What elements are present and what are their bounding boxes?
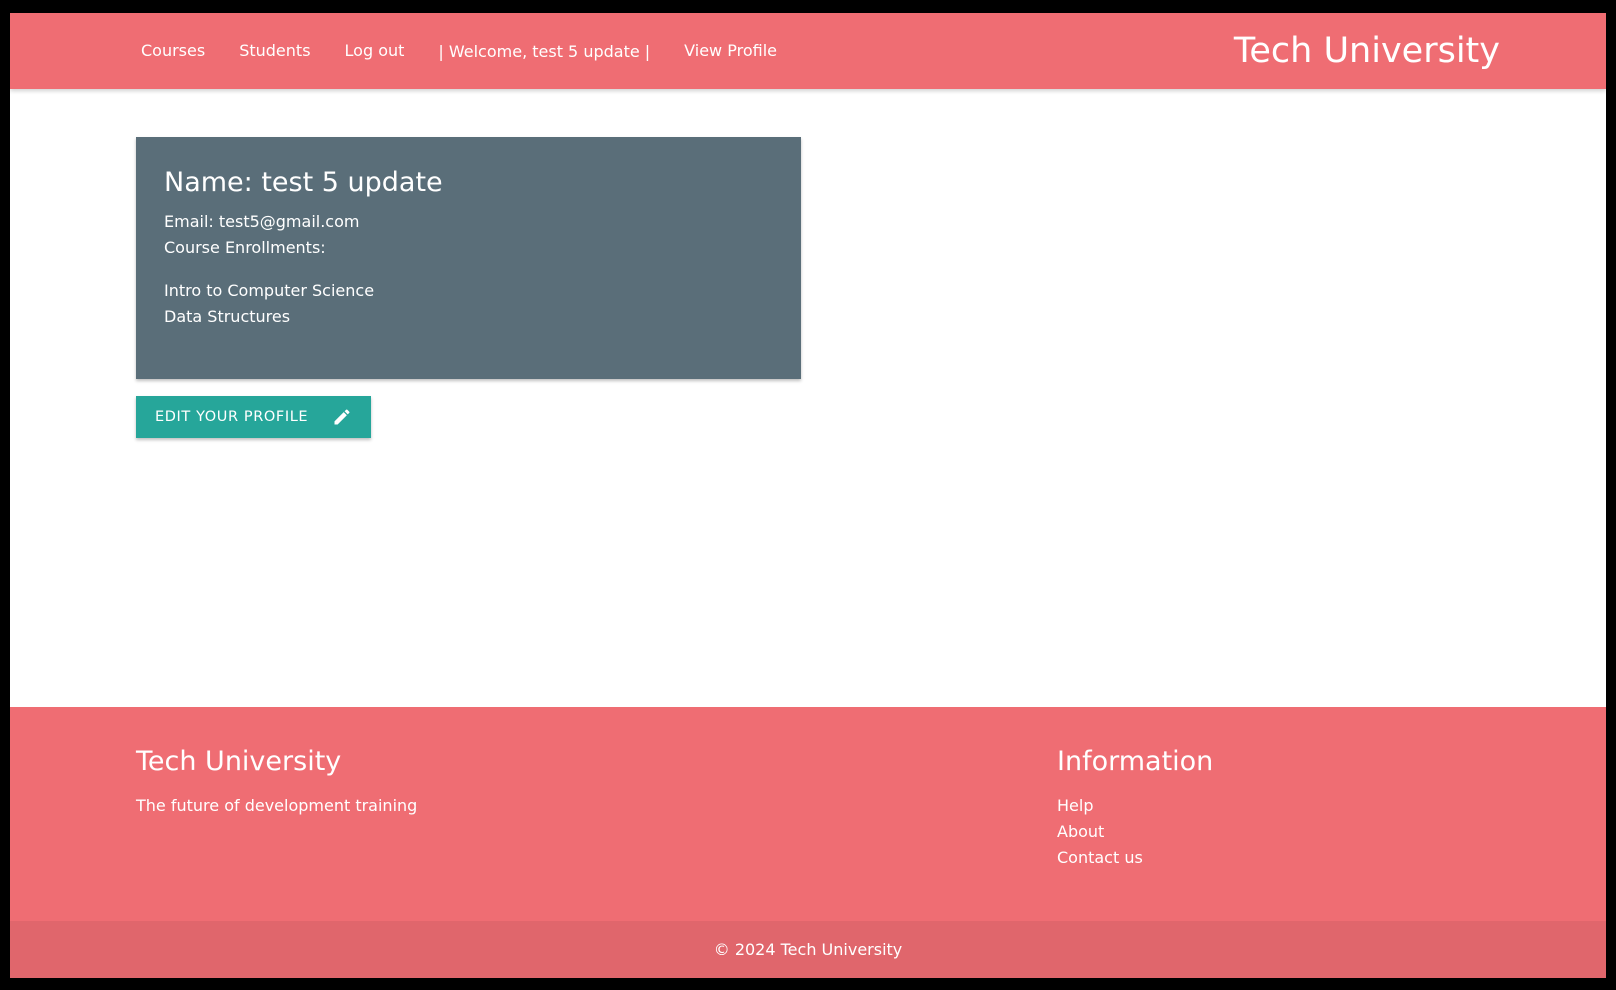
- footer-links: Help About Contact us: [1057, 793, 1213, 871]
- profile-email: Email: test5@gmail.com: [164, 212, 360, 231]
- copyright-bar: © 2024 Tech University: [10, 921, 1606, 978]
- nav-links: Courses Students Log out | Welcome, test…: [137, 13, 794, 89]
- enrollments-label: Course Enrollments:: [164, 238, 326, 257]
- nav-link-view-profile[interactable]: View Profile: [667, 13, 794, 89]
- nav-link-courses[interactable]: Courses: [137, 13, 222, 89]
- nav-link-students[interactable]: Students: [222, 13, 327, 89]
- footer-brand: Tech University: [136, 746, 342, 777]
- list-item: Intro to Computer Science: [164, 281, 375, 300]
- edit-profile-button[interactable]: EDIT YOUR PROFILE: [136, 396, 371, 438]
- footer-tagline: The future of development training: [136, 796, 418, 815]
- list-item: Data Structures: [164, 307, 291, 326]
- footer-link-help[interactable]: Help: [1057, 793, 1213, 819]
- footer-info-column: Information Help About Contact us: [1057, 745, 1213, 871]
- profile-card: Name: test 5 update Email: test5@gmail.c…: [136, 137, 801, 379]
- device-frame: Courses Students Log out | Welcome, test…: [4, 4, 1612, 986]
- welcome-text: | Welcome, test 5 update |: [438, 41, 651, 61]
- page-footer: Tech University The future of developmen…: [10, 707, 1606, 978]
- footer-brand-column: Tech University The future of developmen…: [136, 745, 417, 819]
- brand-logo[interactable]: Tech University: [1234, 13, 1500, 89]
- footer-link-about[interactable]: About: [1057, 819, 1213, 845]
- footer-link-contact[interactable]: Contact us: [1057, 845, 1213, 871]
- edit-profile-label: EDIT YOUR PROFILE: [155, 409, 309, 425]
- top-navbar: Courses Students Log out | Welcome, test…: [10, 13, 1606, 89]
- footer-info-title: Information: [1057, 746, 1214, 777]
- pencil-icon: [334, 409, 350, 425]
- profile-name: Name: test 5 update: [164, 167, 443, 198]
- browser-viewport: Courses Students Log out | Welcome, test…: [10, 13, 1606, 978]
- course-list: Intro to Computer Science Data Structure…: [164, 278, 773, 330]
- nav-link-logout[interactable]: Log out: [328, 13, 422, 89]
